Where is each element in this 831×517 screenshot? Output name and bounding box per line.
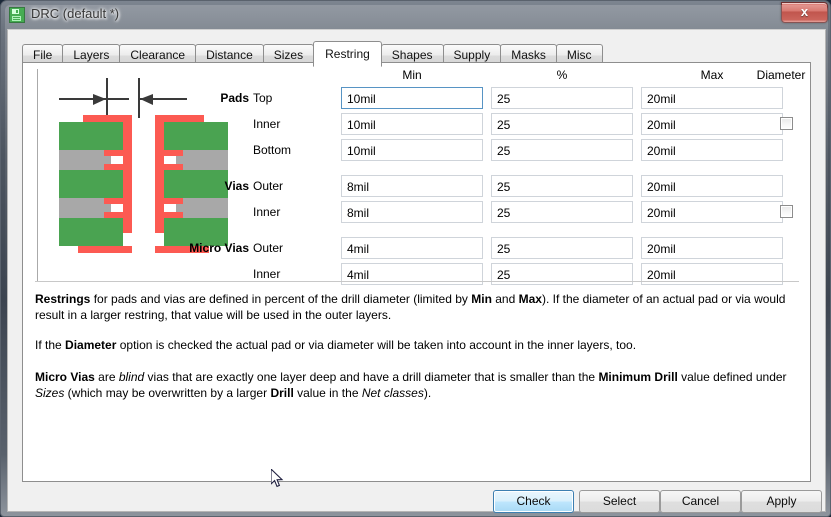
help-text-2c: option is checked the actual pad or via …: [116, 338, 637, 352]
row-label-pads-bottom: Bottom: [253, 143, 292, 157]
pcb-pad-bottom-left: [78, 246, 132, 253]
checkbox-diameter-pads-inner[interactable]: [780, 117, 793, 130]
input-vias-inner-percent[interactable]: [491, 201, 633, 223]
pcb-restring-inner-3-left: [104, 198, 123, 204]
input-vias-outer-max[interactable]: [641, 175, 783, 197]
help-term-sizes: Sizes: [35, 386, 65, 400]
input-pads-top-min[interactable]: [341, 87, 483, 109]
apply-button[interactable]: Apply: [741, 490, 822, 513]
input-vias-outer-min[interactable]: [341, 175, 483, 197]
help-term-net-classes: Net classes: [361, 386, 424, 400]
help-paragraph-microvias: Micro Vias are blind vias that are exact…: [35, 369, 799, 401]
help-text-1d: and: [491, 292, 519, 306]
help-separator: [35, 281, 799, 282]
dialog-client-area: File Layers Clearance Distance Sizes Restring…: [7, 29, 826, 513]
help-term-minimum-drill: Minimum Drill: [598, 370, 678, 384]
mouse-cursor: [270, 467, 285, 489]
input-pads-bottom-max[interactable]: [641, 139, 783, 161]
pcb-restring-inner-1-right: [164, 150, 183, 156]
cancel-button[interactable]: Cancel: [660, 490, 741, 513]
row-label-pads-inner: Inner: [253, 117, 281, 131]
pcb-barrel-right: [155, 115, 164, 233]
select-button[interactable]: Select: [579, 490, 660, 513]
row-label-vias-inner: Inner: [253, 205, 281, 219]
pcb-restring-inner-3-right: [164, 198, 183, 204]
pcb-restring-inner-1-left: [104, 150, 123, 156]
help-text-3h: (which may be overwritten by a larger: [64, 386, 271, 400]
group-label-vias: Vias: [224, 179, 249, 193]
save-floppy-icon: [9, 7, 25, 23]
input-micro-vias-outer-max[interactable]: [641, 237, 783, 259]
group-label-pads: Pads: [220, 91, 249, 105]
input-vias-outer-percent[interactable]: [491, 175, 633, 197]
pcb-layer-green-2-left: [59, 170, 123, 198]
close-button-glyph: x: [800, 4, 809, 19]
tab-restring[interactable]: Restring: [313, 41, 382, 67]
row-label-micro-vias-inner: Inner: [253, 267, 281, 281]
help-text-3l: ).: [423, 386, 432, 400]
help-term-diameter: Diameter: [65, 338, 117, 352]
column-header-diameter: Diameter: [756, 68, 806, 82]
close-icon[interactable]: x: [781, 2, 828, 23]
row-label-vias-outer: Outer: [253, 179, 284, 193]
input-pads-inner-max[interactable]: [641, 113, 783, 135]
window-title: DRC (default *): [31, 6, 120, 21]
column-header-min: Min: [402, 68, 422, 82]
help-text-2a: If the: [35, 338, 66, 352]
input-pads-bottom-percent[interactable]: [491, 139, 633, 161]
help-paragraph-diameter: If the Diameter option is checked the ac…: [35, 337, 799, 353]
help-paragraph-restrings: Restrings for pads and vias are defined …: [35, 291, 799, 323]
pcb-layer-green-1-right: [164, 122, 228, 150]
title-bar: DRC (default *) x: [1, 1, 831, 29]
help-term-max: Max: [518, 292, 542, 306]
input-vias-inner-min[interactable]: [341, 201, 483, 223]
pcb-layer-gray-1-right: [176, 150, 228, 170]
tab-bar: File Layers Clearance Distance Sizes Restring…: [22, 41, 603, 67]
drc-dialog-window: DRC (default *) x File Layers Clearance Dis…: [0, 0, 831, 517]
help-term-restrings: Restrings: [35, 292, 91, 306]
check-button[interactable]: Check: [493, 490, 574, 513]
input-pads-inner-min[interactable]: [341, 113, 483, 135]
row-label-micro-vias-outer: Outer: [253, 241, 284, 255]
pcb-barrel-left: [123, 115, 132, 233]
help-text-3b: are: [94, 370, 119, 384]
restring-tab-page: Min% Max Diameter Pads Top Inner Bottom Vias Out…: [22, 62, 811, 482]
help-text-3j: value in the: [293, 386, 362, 400]
pcb-layer-green-1-left: [59, 122, 123, 150]
input-pads-top-max[interactable]: [641, 87, 783, 109]
column-header-percent: %: [556, 68, 568, 82]
input-micro-vias-outer-min[interactable]: [341, 237, 483, 259]
row-label-pads-top: Top: [253, 91, 273, 105]
input-pads-bottom-min[interactable]: [341, 139, 483, 161]
help-term-microvias: Micro Vias: [35, 370, 95, 384]
help-text-3d: vias that are exactly one layer deep and…: [144, 370, 599, 384]
help-text-1b: for pads and vias are defined in percent…: [90, 292, 472, 306]
input-pads-inner-percent[interactable]: [491, 113, 633, 135]
pcb-pad-top-right: [158, 115, 204, 122]
pcb-layer-gray-2-right: [176, 198, 228, 218]
pcb-layer-green-3-left: [59, 218, 123, 246]
help-term-blind: blind: [118, 370, 145, 384]
group-label-micro-vias: Micro Vias: [189, 241, 249, 255]
input-vias-inner-max[interactable]: [641, 201, 783, 223]
help-term-min: Min: [471, 292, 492, 306]
input-pads-top-percent[interactable]: [491, 87, 633, 109]
checkbox-diameter-vias-inner[interactable]: [780, 205, 793, 218]
help-term-drill: Drill: [270, 386, 294, 400]
input-micro-vias-outer-percent[interactable]: [491, 237, 633, 259]
help-text-3f: value defined under: [677, 370, 787, 384]
